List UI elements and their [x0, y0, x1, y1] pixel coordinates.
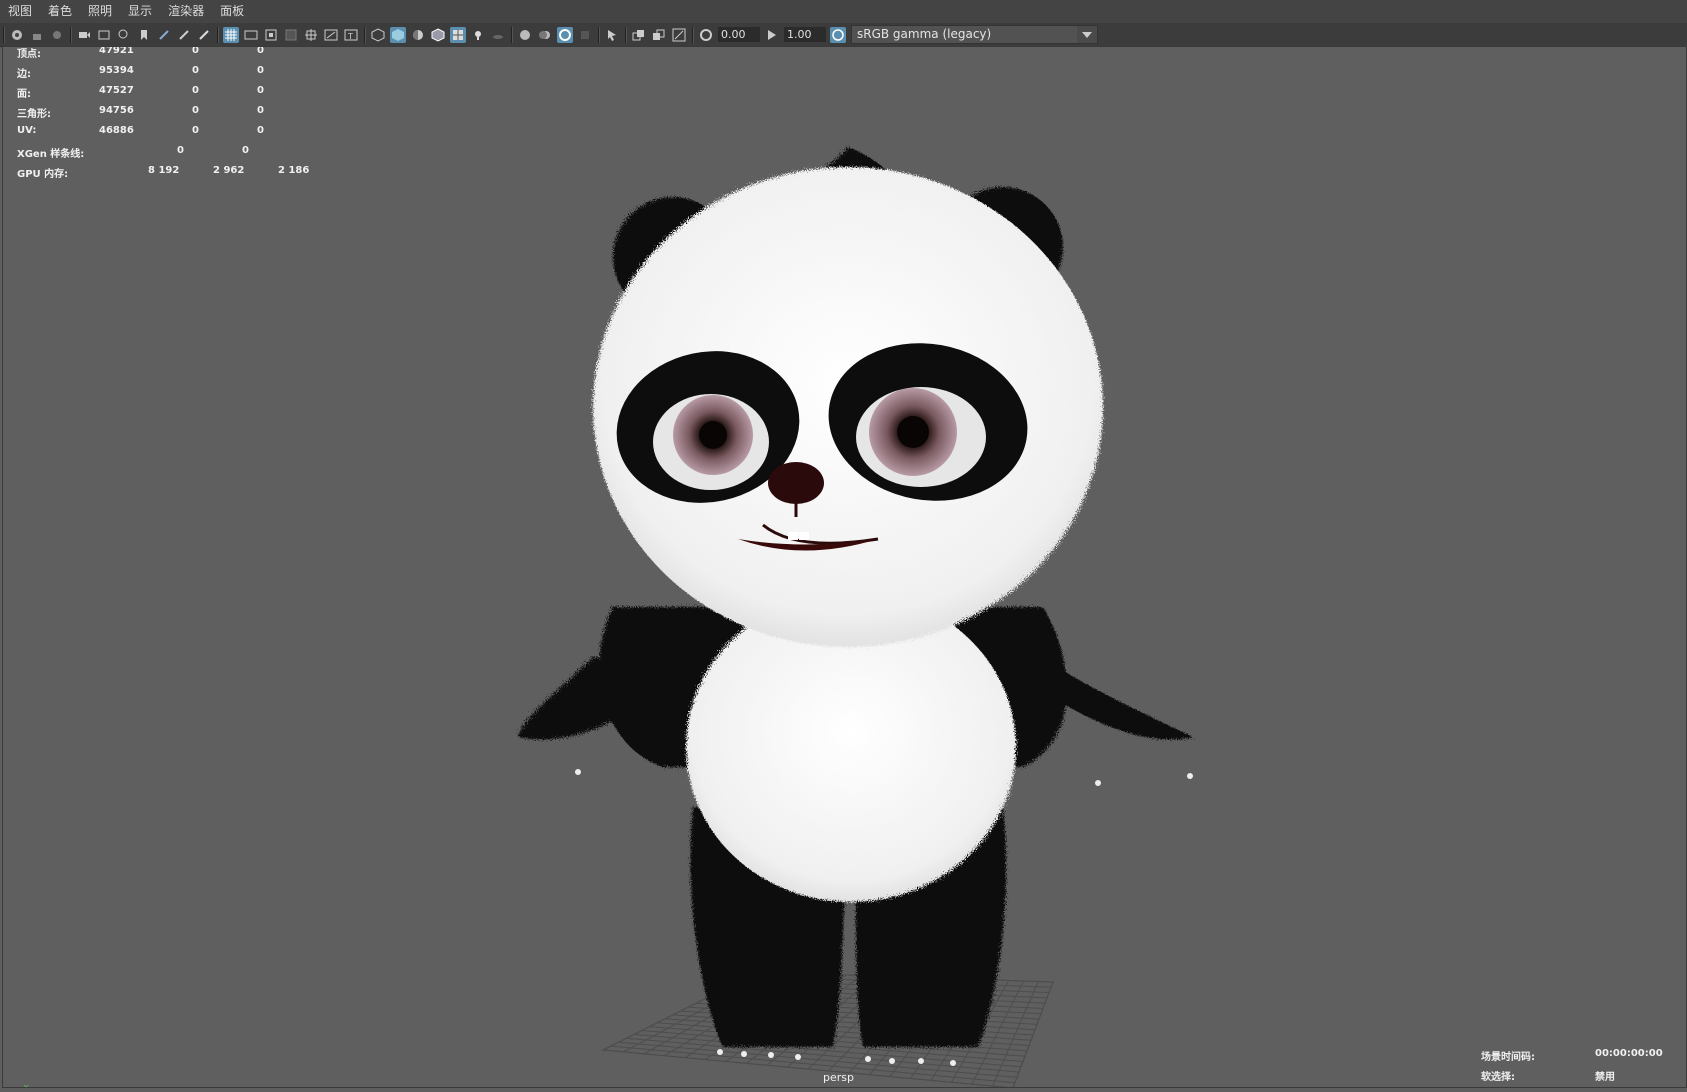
scene-render	[518, 147, 1193, 1087]
grease-pencil-icon[interactable]	[156, 27, 172, 43]
camera-name-label: persp	[823, 1071, 854, 1084]
toolbar-separator	[3, 26, 4, 43]
motion-blur-icon[interactable]	[537, 27, 553, 43]
multisample-aa-icon[interactable]	[557, 26, 573, 43]
svg-text:T: T	[347, 32, 353, 41]
bookmarks-icon[interactable]	[76, 27, 92, 43]
svg-text:Y: Y	[23, 1084, 29, 1088]
color-space-dropdown[interactable]: sRGB gamma (legacy)	[851, 25, 1098, 44]
image-plane-icon[interactable]	[96, 27, 112, 43]
3d-viewport[interactable]: 顶点: 47921 0 0 边: 95394 0 0 面: 47527 0 0 …	[2, 46, 1687, 1088]
isolate-select-icon[interactable]	[604, 27, 620, 43]
textured-icon[interactable]	[450, 26, 466, 43]
color-space-value: sRGB gamma (legacy)	[857, 27, 992, 41]
field-chart-icon[interactable]	[303, 27, 319, 43]
soft-select-label: 软选择:	[1481, 1072, 1515, 1083]
xray-active-components-icon[interactable]	[651, 27, 667, 43]
wireframe-icon[interactable]	[370, 27, 386, 43]
exposure-icon[interactable]	[698, 27, 714, 43]
toolbar-separator	[217, 26, 218, 43]
xray-joints-icon[interactable]	[671, 27, 687, 43]
toolbar-separator	[625, 26, 626, 43]
exposure-field[interactable]	[718, 27, 760, 42]
menu-lighting[interactable]: 照明	[80, 0, 120, 23]
default-material-icon[interactable]	[410, 27, 426, 43]
brush-icon[interactable]	[196, 27, 212, 43]
toolbar-separator	[364, 26, 365, 43]
timecode-label: 场景时间码:	[1481, 1052, 1535, 1063]
pencil-icon[interactable]	[176, 27, 192, 43]
timecode-value: 00:00:00:00	[1595, 1048, 1663, 1059]
safe-title-icon[interactable]: T	[343, 27, 359, 43]
grid-icon[interactable]	[223, 26, 239, 43]
gate-mask-icon[interactable]	[283, 27, 299, 43]
shadows-icon[interactable]	[490, 27, 506, 43]
menu-panels[interactable]: 面板	[212, 0, 252, 23]
menu-renderer[interactable]: 渲染器	[160, 0, 212, 23]
depth-of-field-icon[interactable]	[577, 27, 593, 43]
camera-attributes-icon[interactable]	[49, 27, 65, 43]
toolbar-separator	[70, 26, 71, 43]
resolution-gate-icon[interactable]	[263, 27, 279, 43]
film-gate-icon[interactable]	[243, 27, 259, 43]
wireframe-on-shaded-icon[interactable]	[430, 27, 446, 43]
xray-icon[interactable]	[631, 27, 647, 43]
screen-space-ao-icon[interactable]	[517, 27, 533, 43]
gamma-field[interactable]	[784, 27, 826, 42]
select-camera-icon[interactable]	[9, 27, 25, 43]
chevron-down-icon	[1077, 26, 1097, 43]
viewport-menu-bar: 视图 着色 照明 显示 渲染器 面板	[0, 0, 1687, 23]
panda-model	[518, 147, 1193, 1047]
menu-shading[interactable]: 着色	[40, 0, 80, 23]
2d-pan-zoom-icon[interactable]	[116, 27, 132, 43]
lock-camera-icon[interactable]	[29, 27, 45, 43]
use-all-lights-icon[interactable]	[470, 27, 486, 43]
menu-view[interactable]: 视图	[0, 0, 40, 23]
smooth-shade-icon[interactable]	[390, 26, 406, 43]
toolbar-separator	[692, 26, 693, 43]
menu-show[interactable]: 显示	[120, 0, 160, 23]
toolbar-separator	[511, 26, 512, 43]
bookmark-icon[interactable]	[136, 27, 152, 43]
toolbar-separator	[598, 26, 599, 43]
safe-action-icon[interactable]	[323, 27, 339, 43]
soft-select-value: 禁用	[1595, 1072, 1615, 1083]
axis-gizmo-icon: Y	[21, 1083, 51, 1088]
gamma-icon[interactable]	[764, 27, 780, 43]
viewport-toolbar: T sRGB gamma (legacy)	[0, 23, 1687, 47]
view-transform-icon[interactable]	[830, 26, 846, 43]
